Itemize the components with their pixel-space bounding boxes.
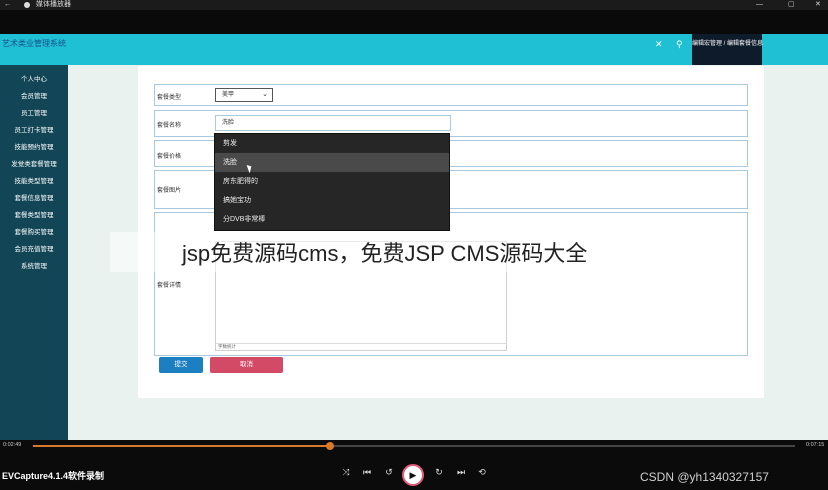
dropdown-option[interactable]: 房东肥得的 (215, 172, 449, 191)
seek-bar-progress (33, 445, 331, 447)
fast-forward-icon[interactable]: ↻ (433, 467, 445, 478)
previous-icon[interactable]: ⏮ (361, 467, 373, 478)
dropdown-option[interactable]: 分DVB非常棒 (215, 210, 449, 229)
close-icon[interactable]: ✕ (655, 39, 663, 50)
time-total: 0:07:15 (806, 442, 825, 448)
sidebar-item-package-purchase[interactable]: 套餐购买管理 (0, 224, 68, 241)
rewind-icon[interactable]: ↺ (383, 467, 395, 478)
sidebar-item-staff[interactable]: 员工管理 (0, 105, 68, 122)
app-header: 艺术类业管理系统 ✕ ⚲ 编辑宏管理 / 编辑套餐信息 (0, 34, 828, 65)
maximize-button[interactable]: ▢ (788, 0, 795, 10)
cancel-button[interactable]: 取消 (210, 357, 283, 373)
package-price-label: 套餐价格 (157, 154, 182, 160)
sidebar-item-skill-type[interactable]: 技能类型管理 (0, 173, 68, 190)
overlay-text: jsp免费源码cms，免费JSP CMS源码大全 (182, 241, 588, 266)
sidebar-item-hair-package[interactable]: 发觉类套餐管理 (0, 156, 68, 173)
sidebar-item-members[interactable]: 会员管理 (0, 88, 68, 105)
media-player-icon (24, 2, 30, 8)
sidebar: 个人中心 会员管理 员工管理 员工打卡管理 技能预约管理 发觉类套餐管理 技能类… (0, 65, 68, 442)
repeat-icon[interactable]: ⟲ (476, 467, 488, 478)
player-controls: 0:02:49 0:07:15 EVCapture4.1.4软件录制 ⤨ ⏮ ↺… (0, 440, 828, 490)
sidebar-item-recharge[interactable]: 会员充值管理 (0, 241, 68, 258)
window-title-bar: ← 媒体播放器 — ▢ ✕ (0, 0, 828, 10)
overlay-banner: jsp免费源码cms，免费JSP CMS源码大全 (110, 232, 706, 272)
close-window-button[interactable]: ✕ (815, 0, 821, 10)
sidebar-item-attendance[interactable]: 员工打卡管理 (0, 122, 68, 139)
next-icon[interactable]: ⏭ (455, 467, 467, 478)
breadcrumb: 编辑宏管理 / 编辑套餐信息 (692, 34, 763, 65)
user-icon[interactable]: ⚲ (676, 39, 683, 50)
time-current: 0:02:49 (3, 442, 22, 448)
seek-thumb[interactable] (326, 442, 335, 450)
back-arrow-icon[interactable]: ← (4, 0, 11, 10)
package-type-value: 美甲 (222, 92, 235, 98)
package-type-row: 套餐类型 美甲 ⌄ (154, 84, 748, 106)
recorder-label: EVCapture4.1.4软件录制 (2, 471, 105, 481)
play-button[interactable]: ▶ (402, 464, 424, 486)
csdn-watermark: CSDN @yh1340327157 (640, 470, 769, 484)
sidebar-item-profile[interactable]: 个人中心 (0, 71, 68, 88)
window-title: 媒体播放器 (36, 1, 71, 8)
submit-button[interactable]: 提交 (159, 357, 203, 373)
dropdown-option[interactable]: 剪发 (215, 134, 449, 153)
package-type-label: 套餐类型 (157, 95, 182, 101)
package-name-label: 套餐名称 (157, 123, 182, 129)
package-name-dropdown: 剪发 洗脸 房东肥得的 搞她宝功 分DVB非常棒 (214, 133, 450, 231)
dropdown-option[interactable]: 搞她宝功 (215, 191, 449, 210)
package-detail-label: 套餐详情 (157, 283, 182, 289)
seek-bar[interactable] (33, 445, 795, 447)
package-name-select[interactable]: 洗脸 (215, 115, 451, 131)
editor-word-count: 字数统计 (216, 343, 506, 350)
shuffle-icon[interactable]: ⤨ (340, 467, 352, 478)
sidebar-item-package-info[interactable]: 套餐信息管理 (0, 190, 68, 207)
minimize-button[interactable]: — (756, 0, 763, 10)
sidebar-item-system[interactable]: 系统管理 (0, 258, 68, 275)
package-type-select[interactable]: 美甲 ⌄ (215, 88, 273, 102)
sidebar-item-package-type[interactable]: 套餐类型管理 (0, 207, 68, 224)
sidebar-item-booking[interactable]: 技能预约管理 (0, 139, 68, 156)
package-image-label: 套餐图片 (157, 188, 182, 194)
app-brand: 艺术类业管理系统 (2, 39, 66, 48)
chevron-down-icon: ⌄ (262, 91, 268, 98)
